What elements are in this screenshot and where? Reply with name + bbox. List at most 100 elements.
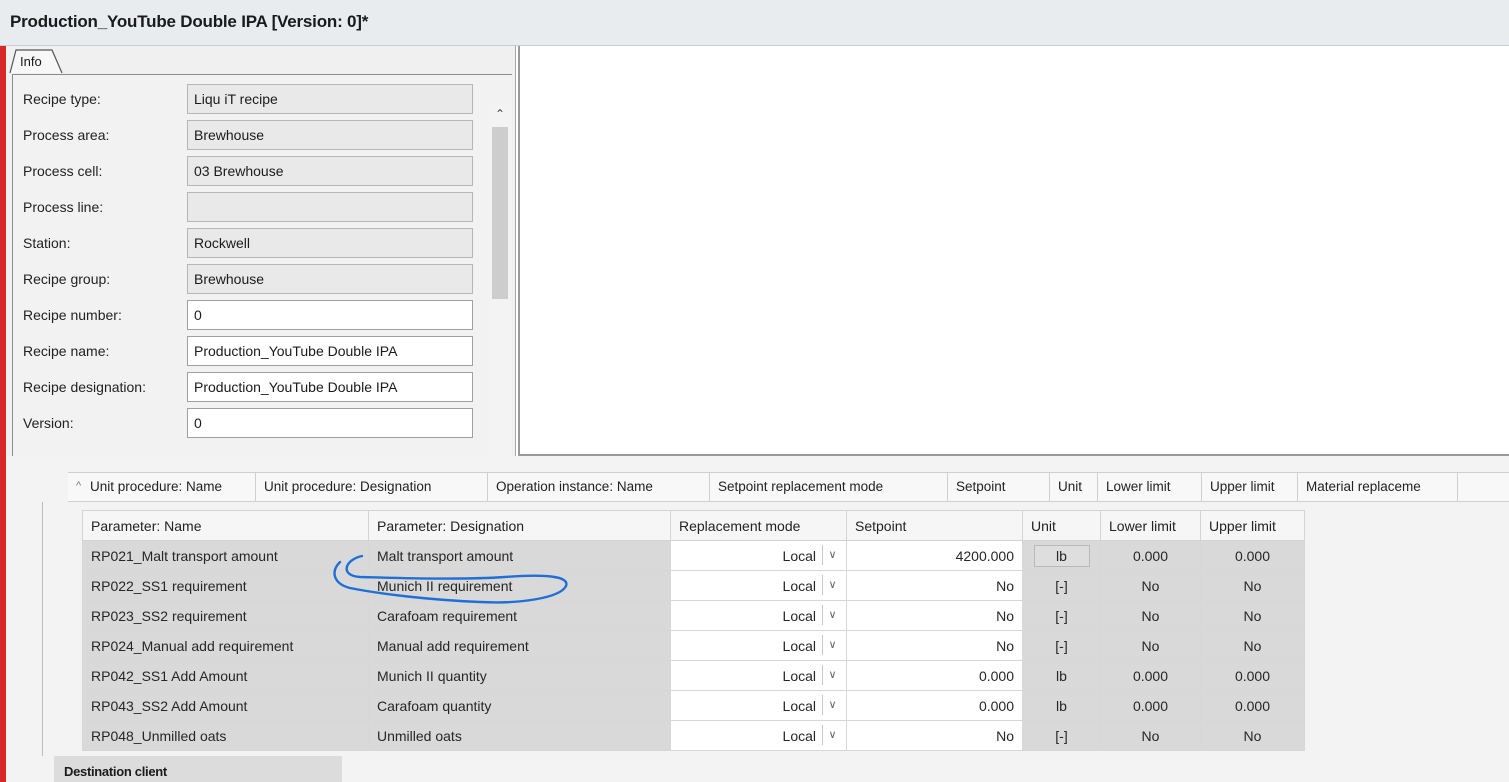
setpoint-cell[interactable]: No (846, 600, 1023, 631)
field-value[interactable]: 03 Brewhouse (187, 156, 473, 186)
replacement-mode-select[interactable]: Local ∨ (670, 540, 847, 571)
chevron-up-icon[interactable]: ⌃ (491, 107, 509, 125)
table-row[interactable]: RP022_SS1 requirement Munich II requireme… (82, 570, 1305, 601)
field-row: Recipe group: Brewhouse (13, 261, 483, 297)
table-row[interactable]: RP021_Malt transport amount Malt transpor… (82, 540, 1305, 571)
field-value[interactable]: Liqu iT recipe (187, 84, 473, 114)
unit-cell[interactable]: [-] (1022, 600, 1101, 631)
setpoint-cell[interactable]: No (846, 720, 1023, 751)
column-header[interactable]: Upper limit (1200, 510, 1305, 541)
parameter-designation-cell: Munich II quantity (368, 660, 671, 691)
scroll-thumb[interactable] (492, 127, 508, 299)
unit-cell[interactable]: [-] (1022, 570, 1101, 601)
field-row: Process area: Brewhouse (13, 117, 483, 153)
table-row[interactable]: RP042_SS1 Add Amount Munich II quantity Lo… (82, 660, 1305, 691)
parameter-designation-cell: Unmilled oats (368, 720, 671, 751)
field-row: Recipe type: Liqu iT recipe (13, 81, 483, 117)
chevron-down-icon[interactable]: ∨ (822, 545, 842, 565)
parameter-designation-cell: Carafoam quantity (368, 690, 671, 721)
unit-button[interactable]: [-] (1055, 728, 1067, 744)
field-value[interactable]: Brewhouse (187, 264, 473, 294)
unit-button[interactable]: [-] (1055, 638, 1067, 654)
unit-cell[interactable]: lb (1022, 660, 1101, 691)
table-row[interactable]: RP043_SS2 Add Amount Carafoam quantity Loc… (82, 690, 1305, 721)
chevron-down-icon[interactable]: ∨ (822, 665, 842, 685)
column-header[interactable]: Setpoint (846, 510, 1023, 541)
replacement-mode-value: Local (782, 608, 816, 624)
destination-client-header[interactable]: Destination client (54, 756, 342, 782)
group-column-header[interactable]: Unit (1050, 473, 1098, 501)
info-scrollbar[interactable]: ⌃ ⌄ (489, 105, 511, 462)
field-value[interactable]: Production_YouTube Double IPA (187, 372, 473, 402)
column-header[interactable]: Lower limit (1100, 510, 1201, 541)
unit-cell[interactable]: [-] (1022, 720, 1101, 751)
group-column-header[interactable]: Unit procedure: Name (68, 473, 256, 501)
parameter-name-cell: RP022_SS1 requirement (82, 570, 369, 601)
setpoint-cell[interactable]: No (846, 570, 1023, 601)
parameter-name-cell: RP024_Manual add requirement (82, 630, 369, 661)
group-column-header[interactable]: Setpoint replacement mode (710, 473, 948, 501)
field-value[interactable]: 0 (187, 408, 473, 438)
unit-cell[interactable]: [-] (1022, 630, 1101, 661)
setpoint-cell[interactable]: 0.000 (846, 660, 1023, 691)
chevron-down-icon[interactable]: ∨ (822, 695, 842, 715)
chevron-down-icon[interactable]: ∨ (822, 605, 842, 625)
replacement-mode-select[interactable]: Local ∨ (670, 600, 847, 631)
tab-info[interactable]: Info (8, 48, 66, 74)
field-value[interactable]: 0 (187, 300, 473, 330)
field-value[interactable]: Production_YouTube Double IPA (187, 336, 473, 366)
setpoint-cell[interactable]: 4200.000 (846, 540, 1023, 571)
field-value[interactable] (187, 192, 473, 222)
replacement-mode-value: Local (782, 548, 816, 564)
replacement-mode-value: Local (782, 578, 816, 594)
field-row: Recipe number: 0 (13, 297, 483, 333)
chevron-down-icon[interactable]: ∨ (822, 635, 842, 655)
upper-limit-cell: 0.000 (1200, 540, 1305, 571)
replacement-mode-select[interactable]: Local ∨ (670, 570, 847, 601)
group-column-header[interactable]: Lower limit (1098, 473, 1202, 501)
unit-button[interactable]: lb (1056, 698, 1067, 714)
column-header[interactable]: Unit (1022, 510, 1101, 541)
group-column-header[interactable]: Material replaceme (1298, 473, 1458, 501)
unit-cell[interactable]: lb (1022, 690, 1101, 721)
field-row: Process line: (13, 189, 483, 225)
column-header[interactable]: Parameter: Designation (368, 510, 671, 541)
splitter[interactable] (6, 456, 1509, 466)
unit-button[interactable]: lb (1033, 544, 1090, 567)
group-column-header[interactable]: Operation instance: Name (488, 473, 710, 501)
replacement-mode-select[interactable]: Local ∨ (670, 660, 847, 691)
setpoint-cell[interactable]: No (846, 630, 1023, 661)
setpoint-cell[interactable]: 0.000 (846, 690, 1023, 721)
table-row[interactable]: RP023_SS2 requirement Carafoam requiremen… (82, 600, 1305, 631)
field-value[interactable]: Rockwell (187, 228, 473, 258)
unit-button[interactable]: [-] (1055, 608, 1067, 624)
group-column-header[interactable]: Unit procedure: Designation (256, 473, 488, 501)
replacement-mode-value: Local (782, 668, 816, 684)
replacement-mode-select[interactable]: Local ∨ (670, 630, 847, 661)
table-row[interactable]: RP024_Manual add requirement Manual add r… (82, 630, 1305, 661)
chevron-down-icon[interactable]: ∨ (822, 725, 842, 745)
lower-limit-cell: No (1100, 720, 1201, 751)
replacement-mode-select[interactable]: Local ∨ (670, 720, 847, 751)
group-column-header[interactable]: Setpoint (948, 473, 1050, 501)
parameter-designation-cell: Munich II requirement (368, 570, 671, 601)
lower-limit-cell: No (1100, 600, 1201, 631)
field-label: Station: (23, 235, 71, 251)
upper-limit-cell: 0.000 (1200, 660, 1305, 691)
replacement-mode-select[interactable]: Local ∨ (670, 690, 847, 721)
unit-cell[interactable]: lb (1022, 540, 1101, 571)
upper-limit-cell: No (1200, 630, 1305, 661)
tree-rail (42, 502, 82, 756)
unit-button[interactable]: [-] (1055, 578, 1067, 594)
field-value[interactable]: Brewhouse (187, 120, 473, 150)
field-label: Recipe number: (23, 307, 122, 323)
chevron-down-icon[interactable]: ∨ (822, 575, 842, 595)
column-header[interactable]: Replacement mode (670, 510, 847, 541)
parameter-name-cell: RP023_SS2 requirement (82, 600, 369, 631)
unit-button[interactable]: lb (1056, 668, 1067, 684)
lower-limit-cell: 0.000 (1100, 540, 1201, 571)
upper-limit-cell: 0.000 (1200, 690, 1305, 721)
column-header[interactable]: Parameter: Name (82, 510, 369, 541)
group-column-header[interactable]: Upper limit (1202, 473, 1298, 501)
table-row[interactable]: RP048_Unmilled oats Unmilled oats Local ∨ No… (82, 720, 1305, 751)
